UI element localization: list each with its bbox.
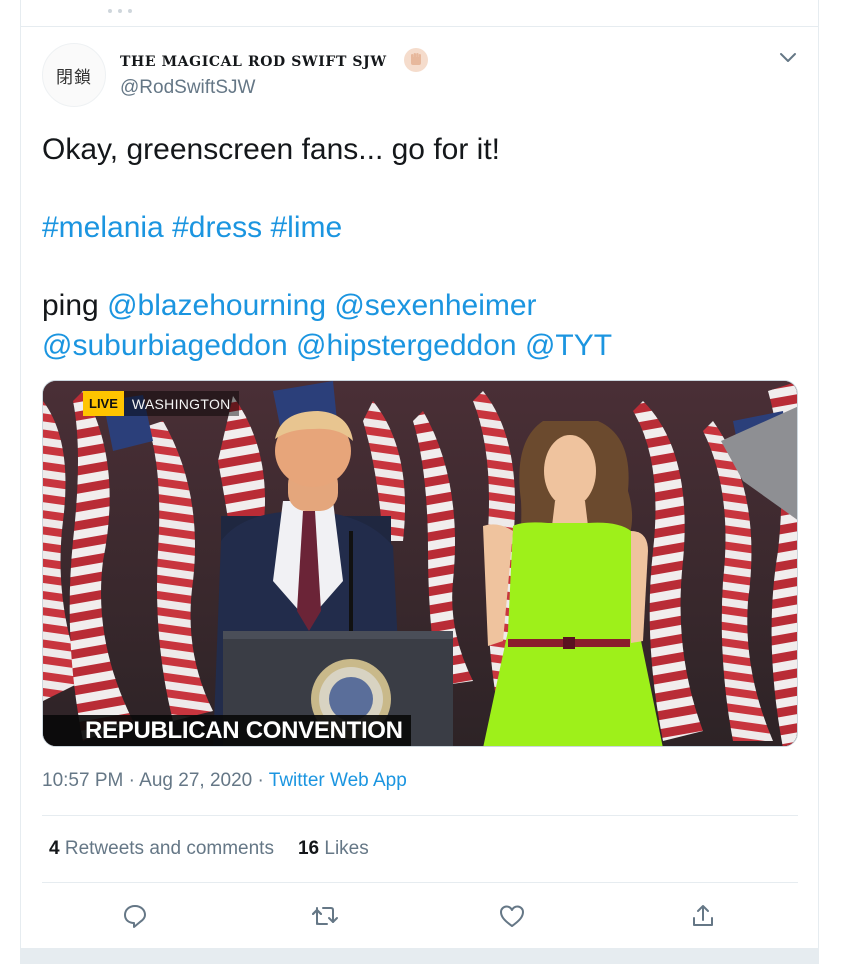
column-border-left: [20, 0, 21, 964]
display-name[interactable]: THE MAGICAL ROD SWIFT SJW: [120, 54, 387, 70]
tweet-source-link[interactable]: Twitter Web App: [269, 770, 407, 791]
previous-tweet-remnant: [108, 0, 188, 13]
likes-count: 16: [297, 838, 320, 859]
mention-link[interactable]: @sexenheimer: [334, 289, 536, 322]
retweets-label: Retweets and comments: [64, 838, 274, 859]
like-icon[interactable]: [498, 902, 526, 930]
mention-line: @suburbiageddon @hipstergeddon @TYT: [42, 326, 782, 366]
live-label: LIVE: [83, 390, 124, 416]
ping-prefix: ping: [42, 289, 99, 322]
news-chyron: REPUBLICAN CONVENTION: [43, 715, 411, 746]
hashtag-link[interactable]: #melania: [42, 211, 164, 244]
reply-icon[interactable]: [121, 902, 149, 930]
tweet-date[interactable]: Aug 27, 2020: [139, 770, 252, 791]
retweets-count: 4: [49, 838, 60, 859]
likes-label: Likes: [324, 838, 369, 859]
location-label: WASHINGTON: [123, 390, 239, 416]
likes-stat[interactable]: 16 Likes: [298, 838, 369, 859]
mention-link[interactable]: @TYT: [525, 329, 612, 362]
meta-separator: ·: [128, 770, 135, 791]
share-icon[interactable]: [689, 902, 717, 930]
tweet-media-image[interactable]: LIVE WASHINGTON REPUBLICAN CONVENTION: [42, 380, 798, 747]
tweet-time[interactable]: 10:57 PM: [42, 770, 123, 791]
avatar[interactable]: 閉鎖: [42, 43, 106, 107]
mention-link[interactable]: @suburbiageddon: [42, 329, 288, 362]
meta-separator: ·: [257, 770, 264, 791]
mention-link[interactable]: @hipstergeddon: [296, 329, 517, 362]
column-border-right: [818, 0, 819, 964]
top-divider: [20, 26, 819, 27]
retweets-stat[interactable]: 4 Retweets and comments: [49, 838, 274, 859]
timeline-footer: [20, 948, 819, 964]
tweet-meta: 10:57 PM · Aug 27, 2020 · Twitter Web Ap…: [42, 770, 407, 792]
chevron-down-icon[interactable]: [778, 50, 798, 66]
convention-photo: [43, 381, 797, 746]
hashtag-link[interactable]: #dress: [172, 211, 262, 244]
mention-line: ping @blazehourning @sexenheimer: [42, 286, 782, 326]
hashtag-line: #melania #dress #lime: [42, 208, 782, 248]
divider: [42, 882, 798, 883]
tweet-text-line: Okay, greenscreen fans... go for it!: [42, 133, 500, 166]
retweet-icon[interactable]: [311, 902, 339, 930]
mention-link[interactable]: @blazehourning: [107, 289, 326, 322]
hashtag-link[interactable]: #lime: [270, 211, 342, 244]
user-handle[interactable]: @RodSwiftSJW: [120, 77, 255, 99]
raised-fist-emoji-icon: [404, 48, 428, 72]
live-badge: LIVE WASHINGTON: [83, 383, 239, 423]
tweet-text: Okay, greenscreen fans... go for it! #me…: [42, 130, 782, 366]
engagement-stats: 4 Retweets and comments 16 Likes: [49, 838, 369, 860]
divider: [42, 815, 798, 816]
